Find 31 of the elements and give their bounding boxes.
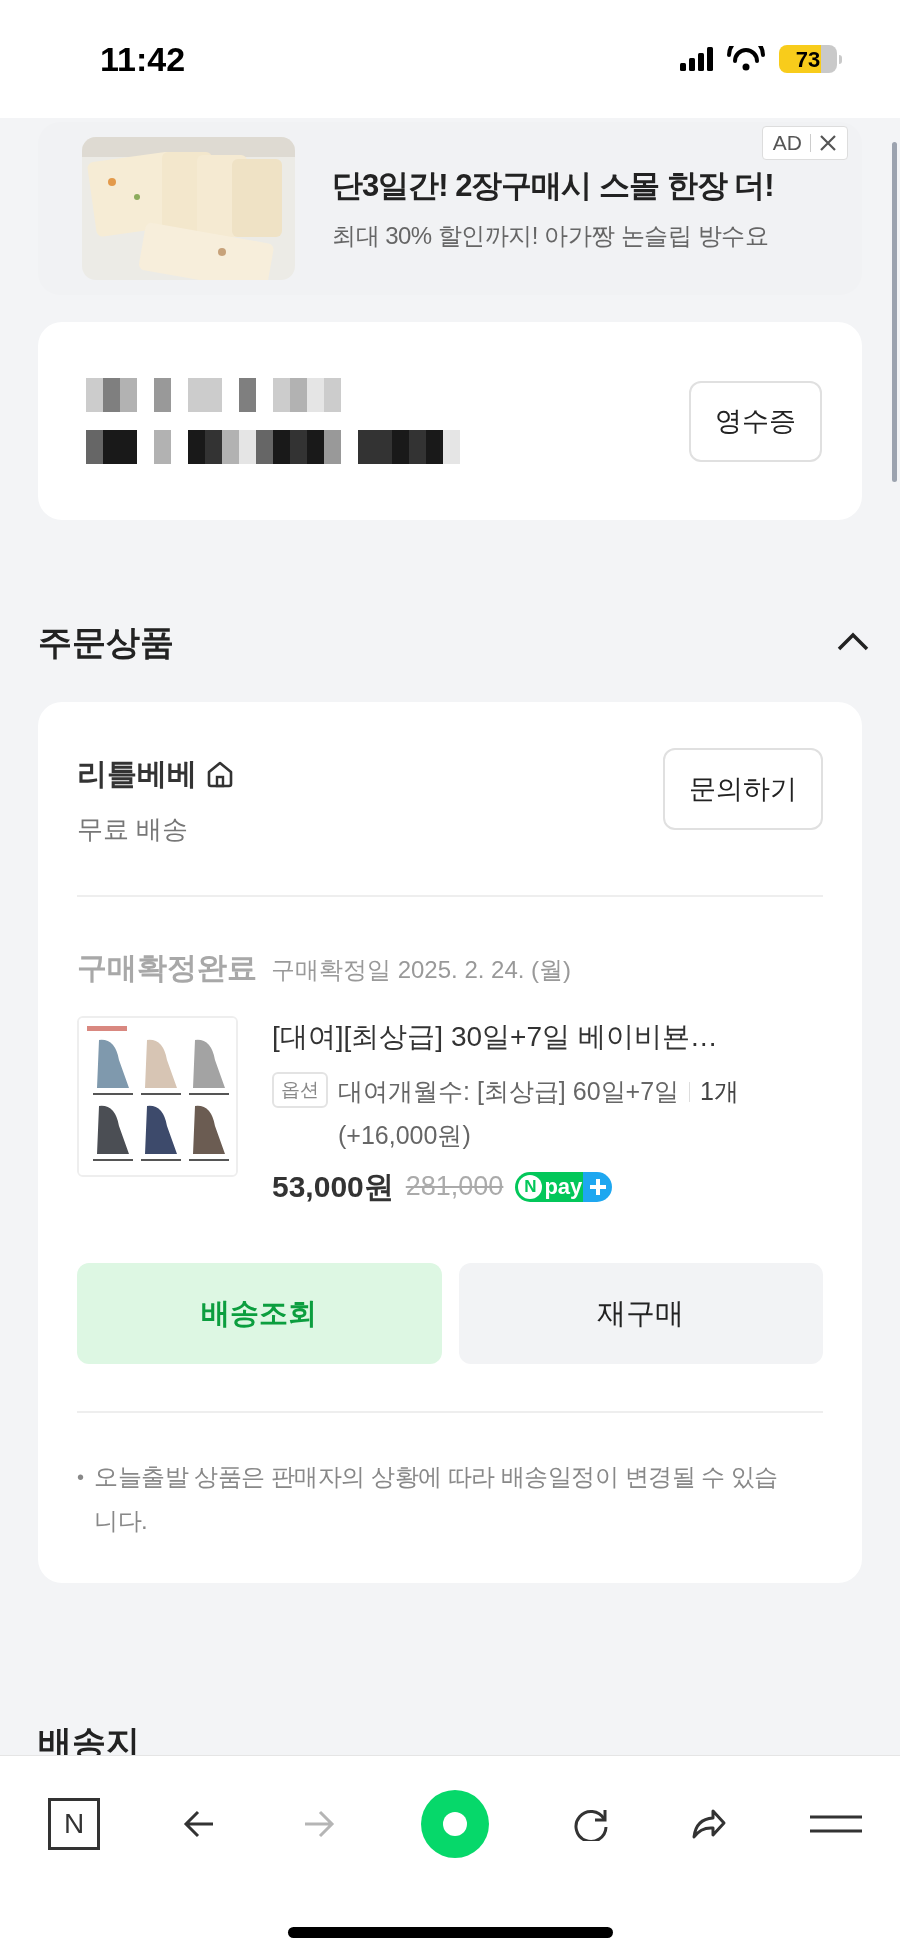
- reorder-button[interactable]: 재구매: [458, 1263, 823, 1364]
- product-title[interactable]: [대여][최상급] 30일+7일 베이비뵨…: [272, 1016, 739, 1058]
- ad-label: AD: [772, 130, 802, 157]
- share-icon[interactable]: [691, 1807, 728, 1841]
- option-text: 대여개월수: [최상급] 60일+7일: [338, 1076, 680, 1107]
- signal-icon: [680, 47, 713, 71]
- close-icon[interactable]: [819, 134, 837, 152]
- price: 53,000원: [272, 1169, 394, 1205]
- status-time: 11:42: [100, 38, 186, 80]
- ad-subtitle: 최대 30% 할인까지! 아가짱 논슬립 방수요: [332, 220, 770, 251]
- order-status: 구매확정완료: [77, 950, 257, 986]
- option-price: (+16,000원): [338, 1119, 472, 1151]
- receipt-button[interactable]: 영수증: [689, 380, 822, 462]
- naver-logo-button[interactable]: N: [48, 1798, 100, 1850]
- option-tag: 옵션: [272, 1072, 328, 1108]
- ad-title: 단3일간! 2장구매시 스몰 한장 더!: [332, 167, 774, 206]
- confirm-date: 구매확정일 2025. 2. 24. (월): [271, 955, 572, 985]
- shipping-info: 무료 배송: [77, 813, 190, 846]
- delivery-note: 오늘출발 상품은 판매자의 상황에 따라 배송일정이 변경될 수 있습니다.: [94, 1462, 779, 1536]
- quantity: 1개: [700, 1076, 739, 1107]
- section-title: 주문상품: [38, 621, 174, 663]
- npay-text: pay: [544, 1173, 584, 1201]
- battery-level: 73: [779, 45, 837, 73]
- reload-icon[interactable]: [572, 1807, 609, 1841]
- seller-name: 리틀베베: [77, 756, 197, 792]
- inquiry-button[interactable]: 문의하기: [663, 748, 823, 830]
- plus-icon: [588, 1176, 609, 1197]
- wifi-icon: [727, 46, 765, 72]
- original-price: 281,000: [405, 1170, 504, 1204]
- npay-mark: N: [518, 1174, 543, 1199]
- bullet: •: [77, 1465, 84, 1490]
